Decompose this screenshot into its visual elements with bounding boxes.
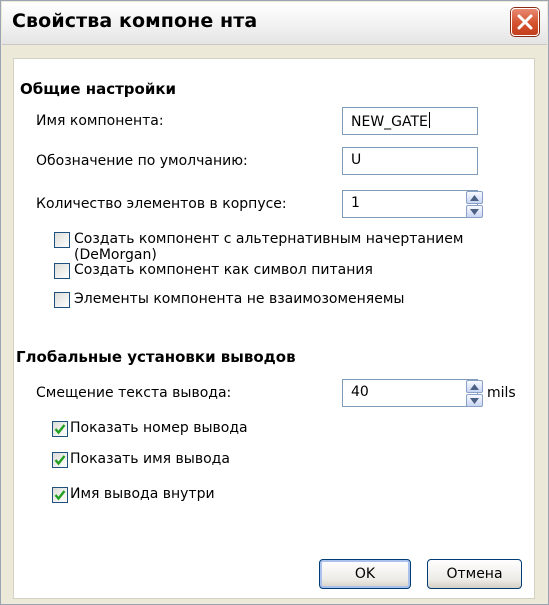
checkbox-show-pin-number-label[interactable]: Показать номер вывода bbox=[70, 420, 248, 436]
pin-text-offset-input[interactable]: 40 bbox=[342, 379, 478, 407]
elements-count-label: Количество элементов в корпусе: bbox=[36, 196, 287, 212]
pin-text-offset-unit: mils bbox=[487, 385, 516, 401]
close-button[interactable] bbox=[511, 8, 539, 36]
cancel-button[interactable]: Отмена bbox=[427, 559, 522, 589]
component-properties-dialog: Свойства компоне нта Общие настройки Имя… bbox=[0, 0, 549, 605]
pin-settings-heading: Глобальные установки выводов bbox=[16, 348, 296, 366]
arrow-down-icon bbox=[470, 209, 479, 215]
component-name-label: Имя компонента: bbox=[36, 113, 164, 129]
checkbox-demorgan[interactable] bbox=[54, 232, 70, 248]
window-title: Свойства компоне нта bbox=[12, 10, 258, 32]
checkmark-icon bbox=[54, 424, 66, 435]
spin-down-button[interactable] bbox=[466, 394, 483, 407]
checkbox-show-pin-name[interactable] bbox=[52, 452, 68, 468]
title-bar[interactable]: Свойства компоне нта bbox=[2, 2, 547, 45]
checkbox-not-interchangeable[interactable] bbox=[54, 292, 70, 308]
spin-up-button[interactable] bbox=[466, 380, 483, 393]
checkbox-power-symbol-label[interactable]: Создать компонент как символ питания bbox=[74, 262, 373, 278]
default-designator-input[interactable]: U bbox=[342, 147, 478, 175]
checkbox-power-symbol[interactable] bbox=[54, 263, 70, 279]
pin-text-offset-spinner bbox=[466, 380, 483, 408]
checkbox-pin-name-inside-label[interactable]: Имя вывода внутри bbox=[70, 486, 215, 502]
component-name-value: NEW_GATE bbox=[351, 114, 428, 130]
checkbox-show-pin-name-label[interactable]: Показать имя вывода bbox=[70, 451, 230, 467]
spin-up-button[interactable] bbox=[466, 191, 483, 204]
checkmark-icon bbox=[54, 455, 66, 466]
content-panel: Общие настройки Имя компонента: NEW_GATE… bbox=[13, 58, 535, 599]
arrow-up-icon bbox=[470, 384, 479, 390]
spin-down-button[interactable] bbox=[466, 205, 483, 218]
checkmark-icon bbox=[54, 490, 66, 501]
checkbox-not-interchangeable-label[interactable]: Элементы компонента не взаимозоменяемы bbox=[74, 291, 404, 307]
pin-text-offset-label: Смещение текста вывода: bbox=[36, 385, 232, 401]
arrow-down-icon bbox=[470, 398, 479, 404]
close-icon bbox=[517, 14, 533, 30]
general-settings-heading: Общие настройки bbox=[20, 80, 177, 98]
arrow-up-icon bbox=[470, 195, 479, 201]
elements-count-input[interactable]: 1 bbox=[342, 190, 478, 218]
elements-count-spinner bbox=[466, 191, 483, 219]
text-caret bbox=[428, 112, 430, 128]
ok-button[interactable]: OK bbox=[319, 559, 411, 589]
checkbox-show-pin-number[interactable] bbox=[52, 421, 68, 437]
checkbox-demorgan-label[interactable]: Создать компонент с альтернативным начер… bbox=[74, 231, 534, 263]
component-name-input[interactable]: NEW_GATE bbox=[342, 107, 478, 135]
checkbox-pin-name-inside[interactable] bbox=[52, 487, 68, 503]
default-designator-label: Обозначение по умолчанию: bbox=[36, 153, 248, 169]
